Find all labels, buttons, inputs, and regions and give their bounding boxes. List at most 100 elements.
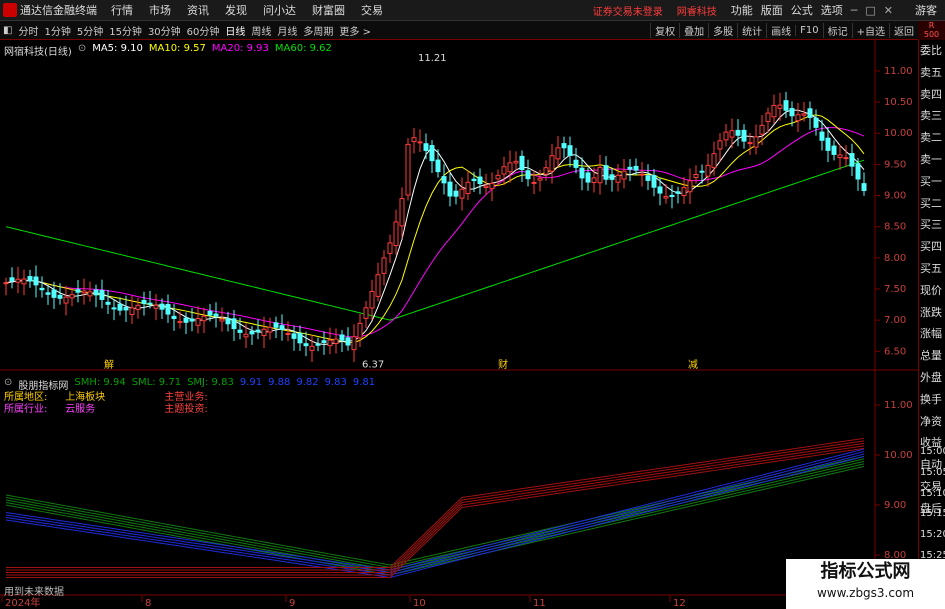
candle-body <box>459 188 465 199</box>
candle-body <box>183 317 189 323</box>
event-marker: 减 <box>688 359 698 371</box>
quote-field-17[interactable]: 净资 <box>919 411 945 433</box>
time-axis-label: 10 <box>413 598 426 609</box>
period-daily[interactable]: 日线 <box>225 23 245 38</box>
quote-field-16[interactable]: 换手 <box>919 389 945 411</box>
watermark-title: 指标公式网 <box>820 561 911 582</box>
menu-gongshi[interactable]: 公式 <box>791 2 813 18</box>
quote-field-3[interactable]: 卖三 <box>919 105 945 127</box>
maximize-icon[interactable]: □ <box>865 4 875 17</box>
menu-gongneng[interactable]: 功能 <box>731 2 753 18</box>
quote-field-13[interactable]: 涨幅 <box>919 323 945 345</box>
btn-duogu[interactable]: 多股 <box>708 22 737 38</box>
quote-field-2[interactable]: 卖四 <box>919 84 945 106</box>
period-fenshi[interactable]: 分时 <box>18 23 38 38</box>
period-multi[interactable]: 多周期 <box>303 23 333 38</box>
candle-body <box>375 274 381 297</box>
candle-body <box>855 163 861 180</box>
menu-item-hangqing[interactable]: 行情 <box>111 2 133 18</box>
menu-banmian[interactable]: 版面 <box>761 2 783 18</box>
indicator-band-line <box>5 460 865 571</box>
price-axis-label: 10.00 <box>884 128 913 139</box>
candle-body <box>159 303 165 310</box>
candle-body <box>411 137 417 142</box>
candle-body <box>765 112 771 123</box>
candle-body <box>93 289 99 296</box>
indicator-band-line <box>6 437 865 568</box>
candle-body <box>327 339 333 347</box>
period-15min[interactable]: 15分钟 <box>109 23 142 38</box>
close-icon[interactable]: ✕ <box>884 4 893 17</box>
candle-body <box>627 166 633 170</box>
price-axis-label: 10.50 <box>884 97 913 108</box>
quote-field-12[interactable]: 涨跌 <box>919 302 945 324</box>
candle-body <box>135 304 141 310</box>
kline-chart[interactable]: 11.00 10.50 10.00 9.50 9.00 8.50 8.00 7.50 7.00 6… <box>0 40 918 609</box>
quote-field-4[interactable]: 卖二 <box>919 127 945 149</box>
indicator-band-line <box>6 445 865 576</box>
quote-field-7[interactable]: 买二 <box>919 193 945 215</box>
quote-field-14[interactable]: 总量 <box>919 345 945 367</box>
period-1min[interactable]: 1分钟 <box>44 23 70 38</box>
period-60min[interactable]: 60分钟 <box>187 23 220 38</box>
candle-body <box>489 182 495 190</box>
indicator-legend: ⊙ 股朋指标网 SMH: 9.94 SML: 9.71 SMJ: 9.83 9.… <box>4 377 375 392</box>
period-30min[interactable]: 30分钟 <box>148 23 181 38</box>
guest-label[interactable]: 游客 <box>915 2 937 18</box>
quote-field-9[interactable]: 买四 <box>919 236 945 258</box>
quote-field-8[interactable]: 买三 <box>919 214 945 236</box>
btn-diejia[interactable]: 叠加 <box>679 22 708 38</box>
minimize-icon[interactable]: ─ <box>851 4 858 17</box>
candle-body <box>45 292 51 295</box>
candle-body <box>129 307 135 315</box>
candle-body <box>75 289 81 293</box>
candle-body <box>807 108 813 118</box>
menu-item-jiaoyi[interactable]: 交易 <box>361 2 383 18</box>
candle-body <box>597 166 603 184</box>
menu-item-faxian[interactable]: 发现 <box>225 2 247 18</box>
menu-xuanxiang[interactable]: 选项 <box>821 2 843 18</box>
indicator-toggle-icon[interactable]: ⊙ <box>4 377 12 392</box>
period-weekly[interactable]: 周线 <box>251 23 271 38</box>
quote-field-10[interactable]: 买五 <box>919 258 945 280</box>
btn-huaxian[interactable]: 画线 <box>766 22 795 38</box>
candles <box>3 91 867 362</box>
quote-field-5[interactable]: 卖一 <box>919 149 945 171</box>
quote-field-6[interactable]: 买一 <box>919 171 945 193</box>
menu-item-wenxiaoda[interactable]: 问小达 <box>263 2 296 18</box>
candle-body <box>171 315 177 320</box>
btn-f10[interactable]: F10 <box>795 24 822 36</box>
r-badge[interactable]: R 500 <box>918 21 945 40</box>
menu-item-zixun[interactable]: 资讯 <box>187 2 209 18</box>
btn-add-watchlist[interactable]: +自选 <box>851 22 889 38</box>
trade-login-warning[interactable]: 证券交易未登录 <box>593 3 663 18</box>
period-5min[interactable]: 5分钟 <box>77 23 103 38</box>
candle-body <box>651 174 657 188</box>
candle-body <box>783 100 789 111</box>
btn-tongji[interactable]: 统计 <box>737 22 766 38</box>
legend-toggle-icon[interactable]: ⊙ <box>78 43 86 58</box>
sub-axis-label: 10.00 <box>884 450 913 461</box>
menu-item-caifuquan[interactable]: 财富圈 <box>312 2 345 18</box>
menu-item-shichang[interactable]: 市场 <box>149 2 171 18</box>
quote-field-11[interactable]: 现价 <box>919 280 945 302</box>
candle-body <box>345 337 351 346</box>
time-label-0: 15:00 <box>920 446 945 457</box>
indicator-band-line <box>5 458 865 569</box>
indicator-name[interactable]: 股朋指标网 <box>18 377 68 392</box>
quote-field-15[interactable]: 外盘 <box>919 367 945 389</box>
btn-fuquan[interactable]: 复权 <box>650 22 679 38</box>
btn-back[interactable]: 返回 <box>889 22 918 38</box>
period-more[interactable]: 更多 > <box>339 23 371 38</box>
stock-name[interactable]: 网宿科技(日线) <box>4 43 72 58</box>
candle-body <box>195 318 201 326</box>
trade-site[interactable]: 网睿科技 <box>677 3 717 18</box>
btn-biaoji[interactable]: 标记 <box>822 22 852 38</box>
period-monthly[interactable]: 月线 <box>277 23 297 38</box>
ma20-line <box>5 127 865 338</box>
quote-field-0[interactable]: 委比 <box>919 40 945 62</box>
quote-field-1[interactable]: 卖五 <box>919 62 945 84</box>
toolbar-home-icon[interactable]: ◧ <box>3 25 12 36</box>
candle-body <box>153 304 159 309</box>
price-axis-label: 8.50 <box>884 222 906 233</box>
